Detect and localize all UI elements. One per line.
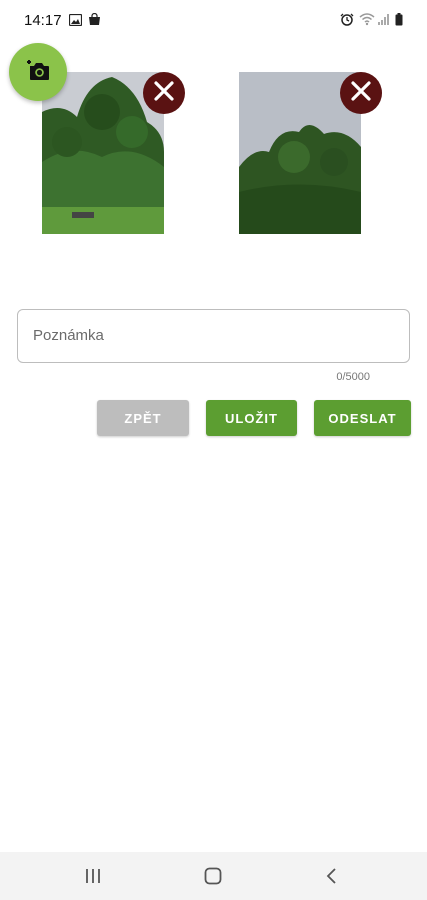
- home-icon[interactable]: [203, 866, 223, 891]
- add-photo-button[interactable]: [9, 43, 67, 101]
- note-character-counter: 0/5000: [336, 371, 370, 383]
- close-icon: [351, 80, 371, 106]
- wifi-icon: [359, 13, 375, 31]
- signal-icon: [378, 13, 390, 31]
- status-bar: 14:17: [0, 0, 427, 40]
- send-button[interactable]: ODESLAT: [314, 400, 411, 436]
- note-input-placeholder[interactable]: Poznámka: [33, 327, 104, 344]
- save-button[interactable]: ULOŽIT: [206, 400, 297, 436]
- battery-icon: [395, 13, 403, 31]
- recent-apps-icon[interactable]: [84, 866, 102, 891]
- close-icon: [154, 80, 174, 106]
- gallery-notification-icon: [68, 13, 83, 31]
- add-camera-icon: [25, 58, 51, 87]
- alarm-icon: [340, 13, 354, 31]
- back-button[interactable]: ZPĚT: [97, 400, 189, 436]
- back-navigation-icon[interactable]: [324, 866, 340, 891]
- remove-photo-1-button[interactable]: [143, 72, 185, 114]
- remove-photo-2-button[interactable]: [340, 72, 382, 114]
- note-field[interactable]: Poznámka: [17, 309, 410, 363]
- shopping-bag-notification-icon: [88, 12, 101, 31]
- status-time: 14:17: [24, 12, 62, 29]
- system-navigation-bar: [0, 852, 427, 900]
